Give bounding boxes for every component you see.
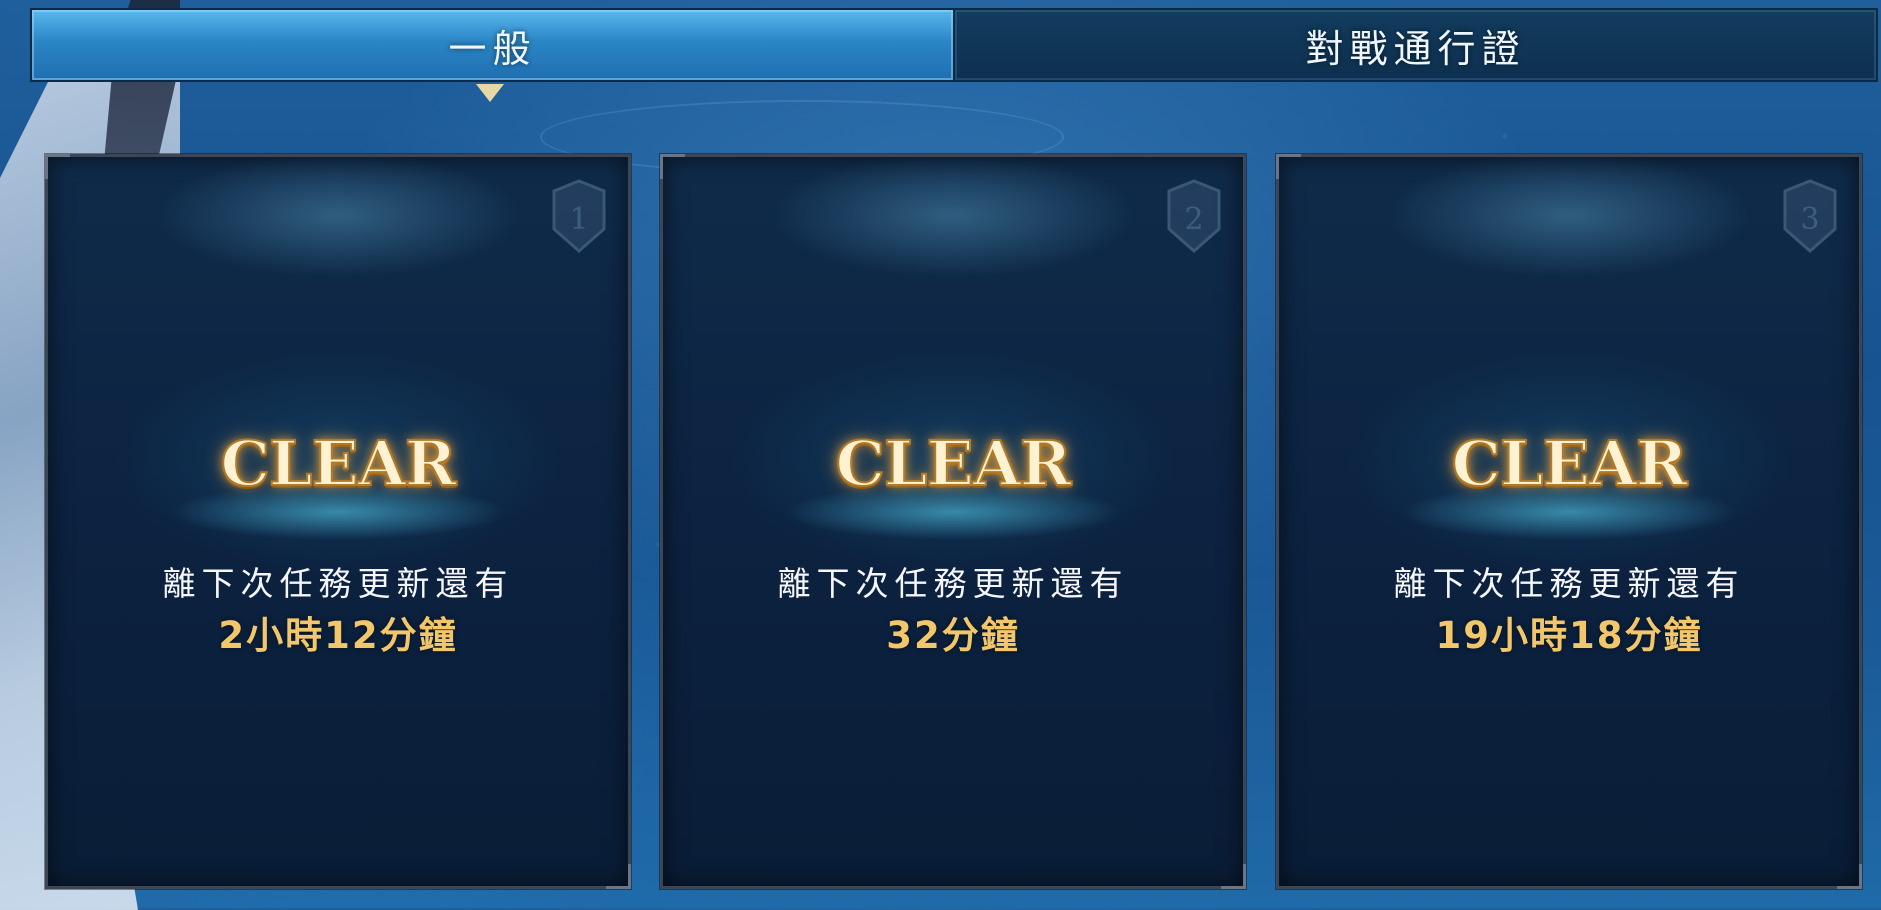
clear-status: CLEAR	[835, 426, 1073, 501]
clear-status: CLEAR	[1451, 426, 1689, 501]
active-tab-indicator	[476, 84, 504, 102]
refresh-countdown: 19小時18分鐘	[1435, 614, 1703, 657]
mission-card-1[interactable]: 1 CLEAR 離下次任務更新還有 2小時12分鐘	[45, 154, 631, 889]
refresh-label: 離下次任務更新還有	[162, 564, 514, 603]
refresh-countdown: 32分鐘	[886, 614, 1020, 657]
rank-1-badge-icon: 1	[550, 179, 608, 255]
clear-status: CLEAR	[220, 426, 458, 501]
tab-bar: 一般 對戰通行證	[30, 8, 1878, 82]
rank-3-number: 3	[1800, 202, 1819, 237]
refresh-label: 離下次任務更新還有	[777, 564, 1129, 603]
rank-2-number: 2	[1184, 202, 1203, 237]
tab-battle-pass-label: 對戰通行證	[1305, 26, 1526, 71]
tab-general[interactable]: 一般	[32, 10, 955, 80]
mission-card-3[interactable]: 3 CLEAR 離下次任務更新還有 19小時18分鐘	[1276, 154, 1862, 889]
mission-card-2[interactable]: 2 CLEAR 離下次任務更新還有 32分鐘	[660, 154, 1246, 889]
tab-general-label: 一般	[448, 26, 537, 71]
tab-battle-pass[interactable]: 對戰通行證	[955, 10, 1876, 80]
rank-3-badge-icon: 3	[1781, 179, 1839, 255]
rank-1-number: 1	[569, 202, 588, 237]
rank-2-badge-icon: 2	[1165, 179, 1223, 255]
refresh-label: 離下次任務更新還有	[1393, 564, 1745, 603]
refresh-countdown: 2小時12分鐘	[218, 614, 458, 657]
